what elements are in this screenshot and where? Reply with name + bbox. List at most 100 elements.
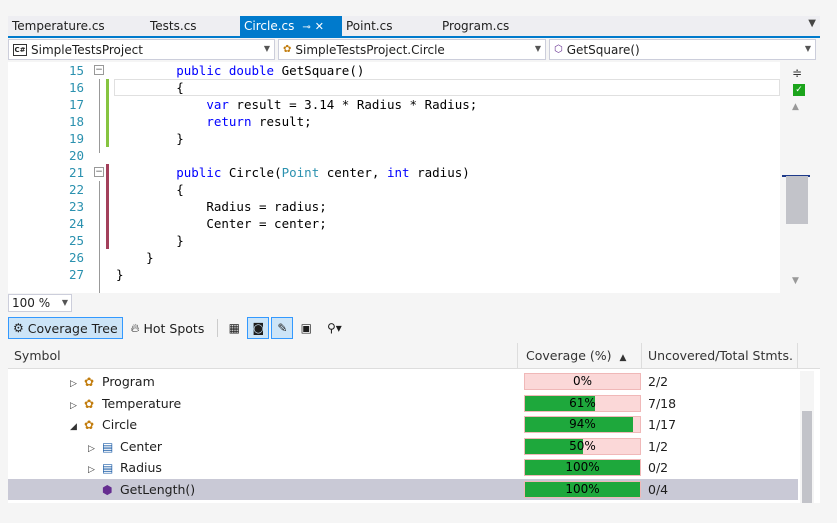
- property-icon: ▤: [102, 439, 114, 454]
- code-line[interactable]: 26 }: [8, 249, 780, 266]
- highlight-code-button[interactable]: ✎: [271, 317, 294, 339]
- coverage-percent: 100%: [565, 481, 600, 496]
- symbol-cell: ◢ ✿ Circle: [70, 414, 137, 435]
- tab-circle[interactable]: Circle.cs ⊸ ✕: [240, 16, 342, 36]
- coverage-grid: Symbol Coverage (%) ▲ Uncovered/Total Stm…: [8, 343, 820, 503]
- import-dropdown-button[interactable]: ⚲▾: [319, 317, 349, 339]
- uncovered-coverage-marker: [106, 232, 109, 249]
- header-label: Coverage (%): [526, 348, 612, 363]
- toolbar-separator: [217, 319, 219, 337]
- code-line[interactable]: 18 return result;: [8, 113, 780, 130]
- code-line[interactable]: 19 }: [8, 130, 780, 147]
- code-text: public double GetSquare(): [176, 63, 365, 78]
- scrollbar-thumb[interactable]: [802, 411, 812, 503]
- line-number: 27: [68, 267, 84, 282]
- tab-point[interactable]: Point.cs: [342, 16, 438, 36]
- coverage-bar: 50%: [524, 437, 641, 455]
- line-number: 18: [68, 114, 84, 129]
- tab-label: Point.cs: [346, 19, 393, 33]
- group-by-button[interactable]: ▦: [223, 317, 245, 339]
- member-dropdown[interactable]: ⬡ GetSquare() ▼: [549, 39, 816, 60]
- hot-spots-label: Hot Spots: [143, 320, 205, 336]
- column-header-coverage[interactable]: Coverage (%) ▲: [520, 343, 642, 369]
- checkmark-icon: ✓: [793, 84, 805, 96]
- table-row[interactable]: ◢ ✿ Circle 94% 1/17: [8, 414, 798, 435]
- uncovered-total-stmts: 1/17: [648, 417, 677, 432]
- coverage-tree-button[interactable]: ⚙ Coverage Tree: [8, 317, 123, 339]
- collapse-region-icon[interactable]: −: [94, 167, 104, 177]
- hot-spots-button[interactable]: 🔥︎ Hot Spots: [126, 317, 210, 339]
- code-line[interactable]: 17 var result = 3.14 * Radius * Radius;: [8, 96, 780, 113]
- flame-icon: 🔥︎: [130, 320, 140, 335]
- table-row[interactable]: ▷ ✿ Program 0% 2/2: [8, 371, 798, 392]
- code-text: }: [116, 233, 184, 248]
- uncovered-total-stmts: 7/18: [648, 395, 677, 411]
- tab-label: Circle.cs: [244, 19, 295, 33]
- tab-label: Temperature.cs: [12, 19, 105, 33]
- code-line[interactable]: 20: [8, 147, 780, 164]
- scroll-down-arrow-icon[interactable]: ▼: [792, 276, 799, 286]
- covered-coverage-marker: [106, 79, 109, 96]
- grid-header: Symbol Coverage (%) ▲ Uncovered/Total Stm…: [8, 343, 820, 369]
- line-number: 20: [68, 148, 84, 163]
- tab-temperature[interactable]: Temperature.cs: [8, 16, 146, 36]
- coverage-bar: 100%: [524, 480, 641, 498]
- covered-coverage-marker: [106, 113, 109, 130]
- coverage-percent: 50%: [569, 438, 596, 453]
- scrollbar-thumb[interactable]: [786, 176, 808, 224]
- line-number: 15: [68, 63, 84, 78]
- coverage-bar: 61%: [524, 394, 641, 412]
- table-row[interactable]: ⬢ GetLength() 100% 0/4: [8, 478, 798, 500]
- table-row[interactable]: ▷ ▤ Radius 100% 0/2: [8, 457, 798, 478]
- export-button[interactable]: ▣: [295, 317, 317, 339]
- class-icon: ✿: [283, 44, 292, 55]
- code-text: }: [116, 250, 154, 265]
- code-line[interactable]: 15− public double GetSquare(): [8, 62, 780, 79]
- type-dropdown[interactable]: ✿ SimpleTestsProject.Circle ▼: [278, 39, 546, 60]
- symbol-cell: ▷ ✿ Program: [70, 371, 155, 392]
- zoom-level-dropdown[interactable]: 100 % ▼: [8, 294, 72, 312]
- column-header-uncovered[interactable]: Uncovered/Total Stmts.: [642, 343, 798, 369]
- tab-program[interactable]: Program.cs: [438, 16, 558, 36]
- code-text: var result = 3.14 * Radius * Radius;: [206, 97, 478, 112]
- code-text: public Circle(Point center, int radius): [176, 165, 470, 180]
- uncovered-total-stmts: 1/2: [648, 438, 669, 454]
- code-editor[interactable]: 15− public double GetSquare() 16 {17 var …: [8, 62, 780, 293]
- code-line[interactable]: 22 {: [8, 181, 780, 198]
- code-text: {: [116, 80, 184, 95]
- table-row[interactable]: ▷ ✿ Temperature 61% 7/18: [8, 393, 798, 414]
- grid-vertical-scrollbar[interactable]: [800, 371, 814, 503]
- code-line[interactable]: 27}: [8, 266, 780, 283]
- line-number: 23: [68, 199, 84, 214]
- tab-label: Tests.cs: [150, 19, 197, 33]
- line-number: 25: [68, 233, 84, 248]
- close-icon[interactable]: ✕: [315, 17, 324, 37]
- collapse-region-icon[interactable]: −: [94, 65, 104, 75]
- uncovered-coverage-marker: [106, 215, 109, 232]
- code-line[interactable]: 24 Center = center;: [8, 215, 780, 232]
- code-line[interactable]: 16 {: [8, 79, 780, 96]
- tab-label: Program.cs: [442, 19, 510, 33]
- tab-tests[interactable]: Tests.cs: [146, 16, 240, 36]
- code-text: Radius = radius;: [206, 199, 327, 214]
- sort-ascending-icon: ▲: [619, 353, 627, 363]
- code-line[interactable]: 25 }: [8, 232, 780, 249]
- show-covered-button[interactable]: ◙: [247, 317, 270, 339]
- class-icon: ✿: [84, 375, 95, 389]
- scroll-up-arrow-icon[interactable]: ▲: [792, 102, 799, 112]
- table-row[interactable]: ▷ ▤ Center 50% 1/2: [8, 436, 798, 457]
- tab-overflow-dropdown-icon[interactable]: ▼: [808, 18, 816, 29]
- pin-icon[interactable]: ⊸: [302, 18, 310, 38]
- line-number: 19: [68, 131, 84, 146]
- line-number: 21: [68, 165, 84, 180]
- class-icon: ✿: [84, 418, 95, 432]
- project-dropdown[interactable]: C# SimpleTestsProject ▼: [8, 39, 275, 60]
- coverage-tree-label: Coverage Tree: [27, 320, 118, 336]
- column-header-symbol[interactable]: Symbol: [8, 343, 518, 369]
- navigation-bar: C# SimpleTestsProject ▼ ✿ SimpleTestsPro…: [8, 39, 820, 61]
- coverage-toolbar: ⚙ Coverage Tree 🔥︎ Hot Spots ▦ ◙ ✎ ▣ ⚲▾: [8, 316, 820, 340]
- code-line[interactable]: 21− public Circle(Point center, int radi…: [8, 164, 780, 181]
- split-window-icon[interactable]: ≑: [792, 66, 802, 80]
- code-line[interactable]: 23 Radius = radius;: [8, 198, 780, 215]
- editor-vertical-scrollbar[interactable]: ≑ ✓ ▲ ▼: [782, 62, 810, 293]
